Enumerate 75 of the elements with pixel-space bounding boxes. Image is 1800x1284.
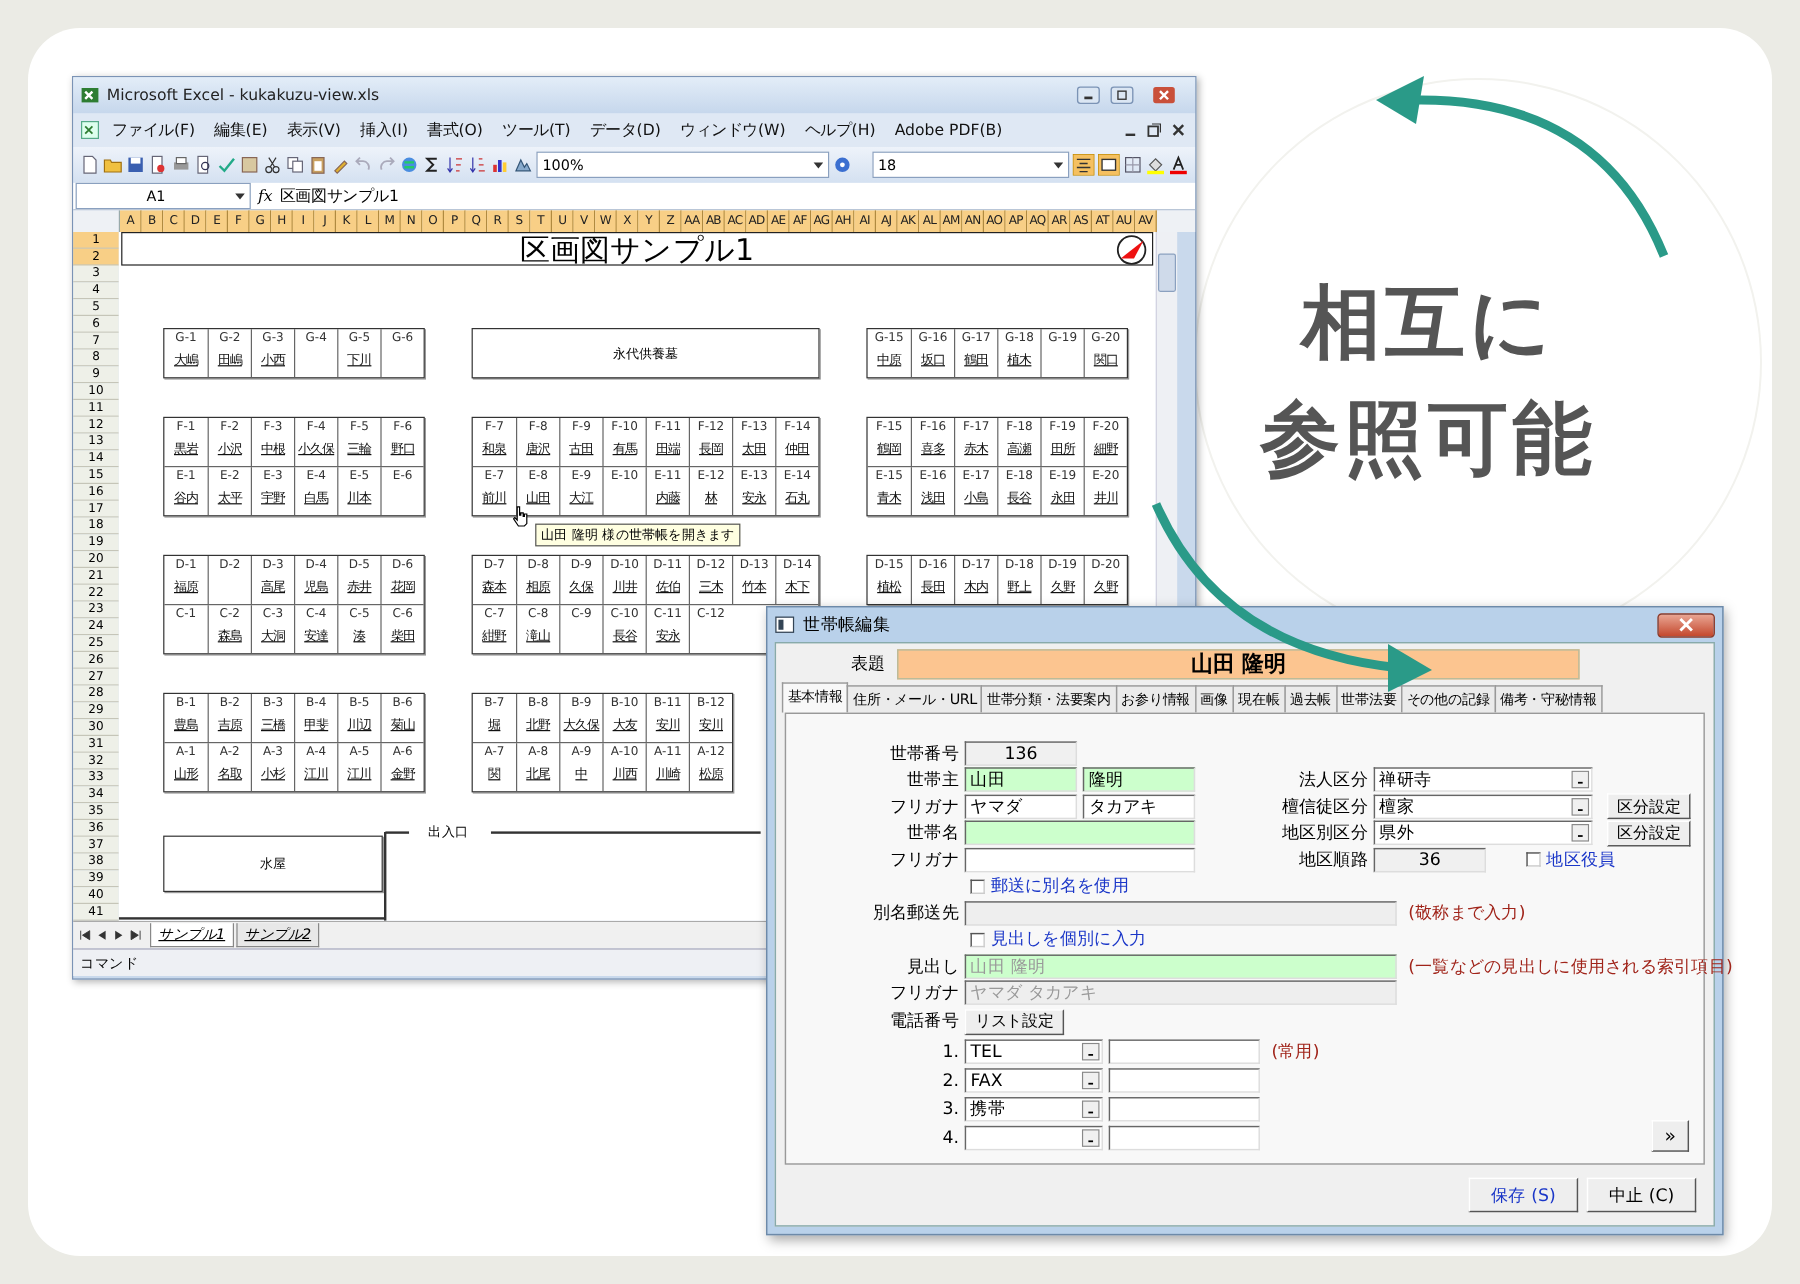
phone-number-field[interactable] xyxy=(1108,1038,1260,1064)
checkbox-label[interactable]: 郵送に別名を使用 xyxy=(990,874,1129,899)
readonly-field[interactable]: 36 xyxy=(1373,847,1486,873)
checkbox-label[interactable]: 見出しを個別に入力 xyxy=(990,927,1147,952)
input-field[interactable]: ヤマダ xyxy=(964,794,1078,819)
print-preview-icon[interactable] xyxy=(194,155,214,175)
input-field[interactable] xyxy=(964,847,1196,873)
cancel-button[interactable]: 中止 (C) xyxy=(1586,1177,1697,1213)
checkbox-label[interactable]: 地区役員 xyxy=(1546,847,1616,873)
input-field[interactable]: タカアキ xyxy=(1082,794,1196,819)
phone-number-field[interactable] xyxy=(1108,1096,1260,1121)
checkbox[interactable] xyxy=(970,932,985,947)
restore-icon[interactable] xyxy=(1144,120,1164,140)
field-label: 世帯名 xyxy=(905,820,959,846)
close-icon[interactable] xyxy=(1168,120,1188,140)
input-field[interactable]: 山田 xyxy=(964,767,1078,793)
field-label: 法人区分 xyxy=(1296,767,1368,793)
merge-cells-icon[interactable] xyxy=(1098,154,1120,176)
row-number: 1. xyxy=(940,1040,959,1062)
chart-icon[interactable] xyxy=(490,155,510,175)
phone-number-field[interactable] xyxy=(1108,1067,1260,1092)
printer-icon[interactable] xyxy=(171,155,191,175)
field-label: 見出し xyxy=(905,954,959,979)
checkbox[interactable] xyxy=(970,879,985,894)
field-label: 地区別区分 xyxy=(1279,820,1368,846)
hint-text: (常用) xyxy=(1271,1038,1320,1064)
font-color-icon[interactable] xyxy=(1168,155,1188,175)
clipboard-icon[interactable] xyxy=(308,155,328,175)
phone-type-dropdown[interactable]: 携帯 xyxy=(964,1096,1103,1121)
callout-text: 相互に 参照可能 xyxy=(1260,276,1596,490)
field-label: 檀信徒区分 xyxy=(1279,794,1368,819)
previous-sheet-icon[interactable] xyxy=(94,928,110,943)
last-sheet-icon[interactable] xyxy=(128,928,143,943)
phone-type-dropdown[interactable] xyxy=(964,1125,1103,1150)
row-number: 3. xyxy=(940,1098,959,1119)
dropdown-field[interactable]: 県外 xyxy=(1373,820,1593,846)
title-cell: 区画図サンプル1 xyxy=(121,232,1154,266)
row-number: 2. xyxy=(940,1069,959,1090)
readonly-field[interactable]: 136 xyxy=(964,741,1078,766)
save-button[interactable]: 保存 (S) xyxy=(1468,1177,1579,1213)
phone-type-dropdown[interactable]: TEL xyxy=(964,1038,1103,1064)
close-button[interactable] xyxy=(1657,612,1715,637)
hint-text: (一覧などの見出しに使用される索引項目) xyxy=(1408,954,1733,979)
phone-number-field[interactable] xyxy=(1108,1125,1260,1150)
field-label: フリガナ xyxy=(887,794,959,819)
spreadsheet-app-icon xyxy=(80,85,100,105)
new-file-icon[interactable] xyxy=(80,155,100,175)
field-label: 別名郵送先 xyxy=(870,900,959,926)
folder-icon[interactable] xyxy=(103,155,123,175)
hint-text: (敬称まで入力) xyxy=(1408,900,1526,926)
phone-type-dropdown[interactable]: FAX xyxy=(964,1067,1103,1092)
workbook-icon[interactable] xyxy=(80,120,100,140)
more-button[interactable]: » xyxy=(1651,1120,1690,1152)
field-label: 電話番号 xyxy=(887,1009,959,1034)
checkbox[interactable] xyxy=(1526,852,1541,867)
field-label: フリガナ xyxy=(887,847,959,873)
field-label: 世帯番号 xyxy=(887,741,959,766)
align-center-icon[interactable] xyxy=(1072,154,1095,176)
dialog-app-icon xyxy=(774,614,795,635)
title-field[interactable]: 山田 隆明 xyxy=(897,648,1580,679)
field-label: 表題 xyxy=(848,651,886,676)
dropdown-field[interactable]: 檀家 xyxy=(1373,794,1593,819)
field-label: 地区順路 xyxy=(1296,847,1368,873)
input-field[interactable]: 隆明 xyxy=(1082,767,1196,793)
dialog-title: 世帯帳編集 xyxy=(803,612,892,637)
maximize-icon[interactable] xyxy=(1106,84,1138,106)
next-sheet-icon[interactable] xyxy=(111,928,126,943)
fill-color-icon[interactable] xyxy=(1146,155,1166,175)
field-label: フリガナ xyxy=(887,980,959,1006)
row-number: 4. xyxy=(940,1127,959,1148)
copy-icon[interactable] xyxy=(285,155,305,175)
sigma-icon[interactable] xyxy=(422,155,442,175)
input-field[interactable] xyxy=(964,820,1196,846)
field-label: 世帯主 xyxy=(905,767,959,793)
dropdown-field[interactable]: 禅研寺 xyxy=(1373,767,1593,793)
